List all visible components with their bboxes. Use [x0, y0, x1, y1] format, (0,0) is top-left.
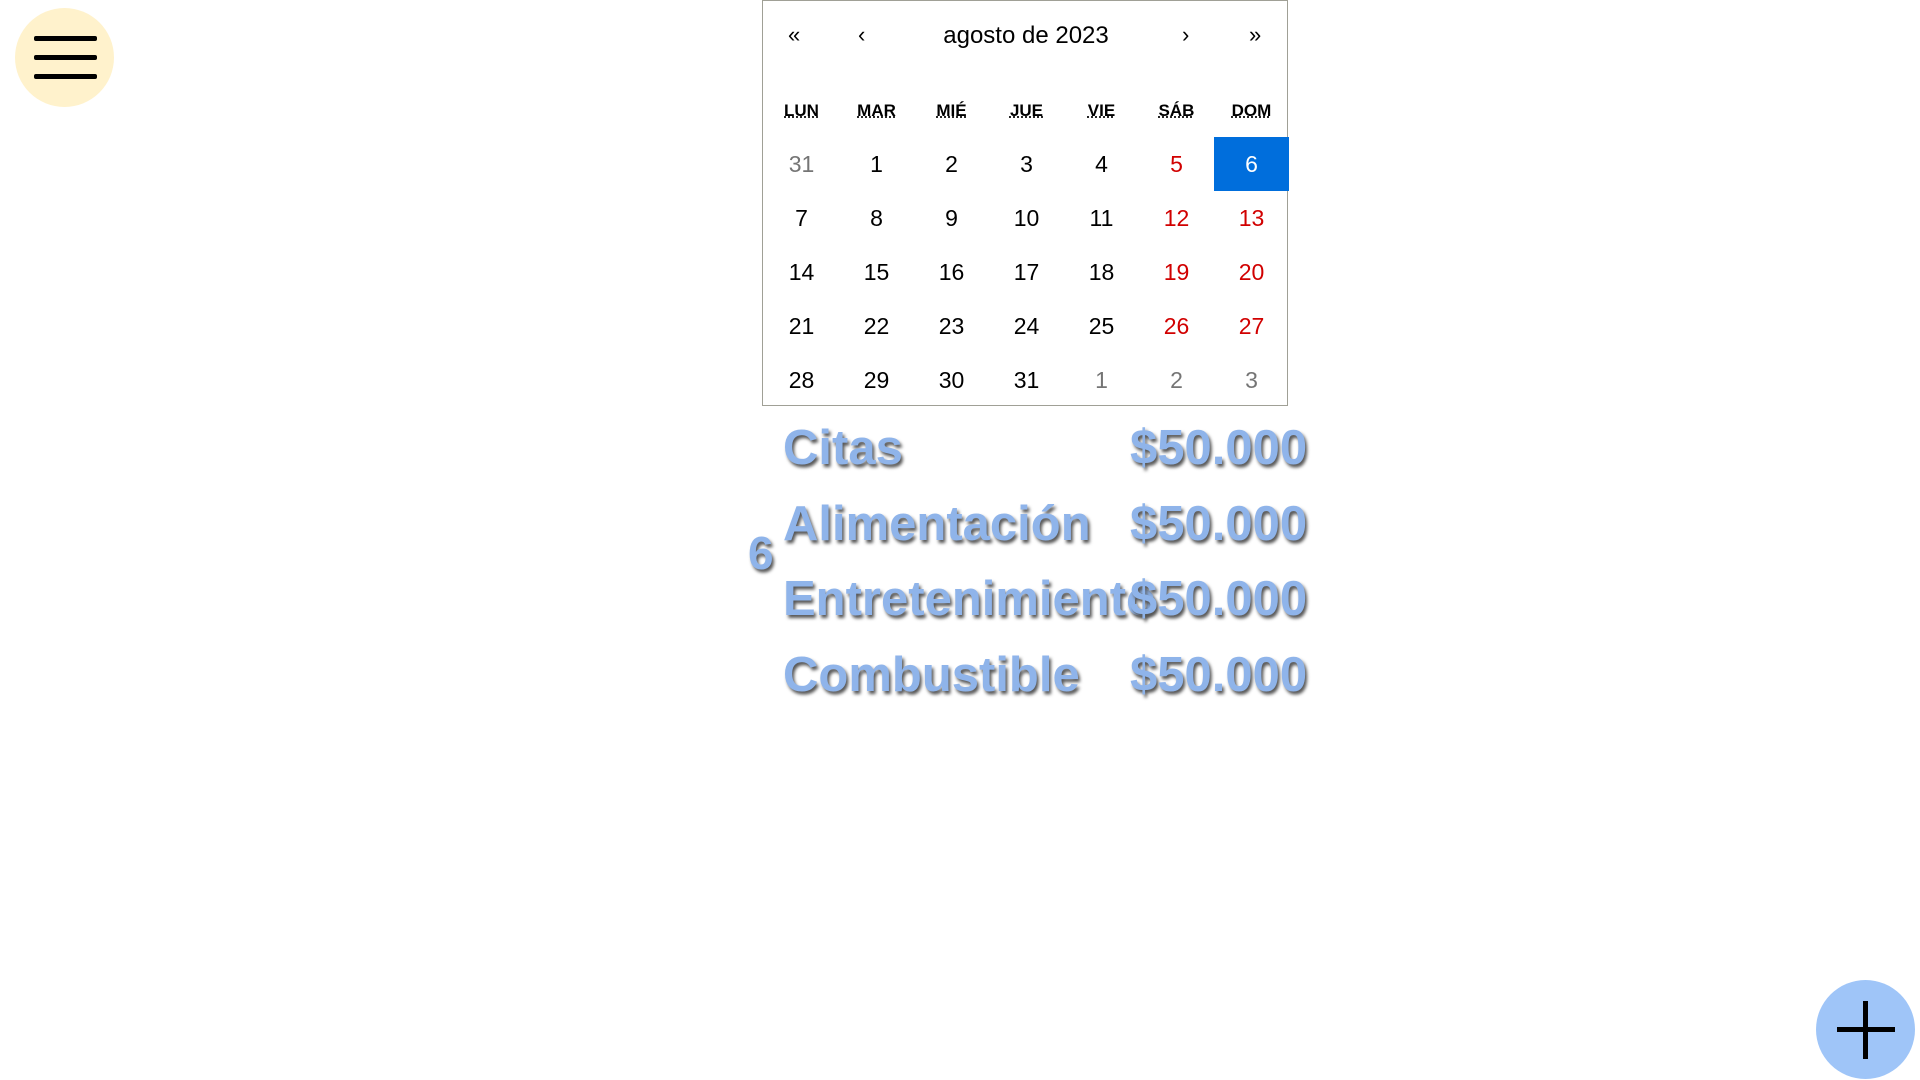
calendar-day[interactable]: 10 [989, 191, 1064, 245]
calendar-day[interactable]: 26 [1139, 299, 1214, 353]
expense-category: Citas [783, 421, 903, 475]
month-label[interactable]: agosto de 2023 [863, 22, 1189, 50]
calendar-day[interactable]: 27 [1214, 299, 1289, 353]
calendar-day[interactable]: 11 [1064, 191, 1139, 245]
expense-amount: $50.000 [1130, 648, 1308, 702]
calendar-day[interactable]: 29 [839, 353, 914, 407]
weekday-label: MAR [857, 101, 896, 120]
calendar-day[interactable]: 19 [1139, 245, 1214, 299]
calendar-day[interactable]: 2 [914, 137, 989, 191]
calendar-day[interactable]: 7 [764, 191, 839, 245]
calendar-day[interactable]: 5 [1139, 137, 1214, 191]
next-year-button[interactable]: » [1249, 21, 1261, 49]
calendar-day[interactable]: 23 [914, 299, 989, 353]
calendar-day[interactable]: 2 [1139, 353, 1214, 407]
weekday-label: DOM [1231, 101, 1272, 120]
expense-row: Combustible $50.000 [748, 647, 1348, 707]
calendar-day[interactable]: 31 [764, 137, 839, 191]
calendar-day[interactable]: 16 [914, 245, 989, 299]
calendar-day[interactable]: 8 [839, 191, 914, 245]
menu-bar [34, 74, 97, 79]
calendar-day[interactable]: 22 [839, 299, 914, 353]
weekday-label: VIE [1087, 101, 1116, 120]
next-month-button[interactable]: › [1182, 21, 1189, 49]
calendar-day[interactable]: 31 [989, 353, 1064, 407]
calendar-day[interactable]: 1 [1064, 353, 1139, 407]
calendar-day[interactable]: 12 [1139, 191, 1214, 245]
plus-vertical [1863, 1001, 1868, 1059]
menu-bar [34, 55, 97, 60]
calendar-day[interactable]: 15 [839, 245, 914, 299]
expense-row: Alimentación $50.000 [748, 496, 1348, 556]
weekday-header: LUN MAR MIÉ JUE VIE SÁB DOM [764, 101, 1289, 121]
calendar-day[interactable]: 17 [989, 245, 1064, 299]
weekday-label: MIÉ [936, 101, 967, 120]
calendar-day[interactable]: 1 [839, 137, 914, 191]
calendar-day[interactable]: 28 [764, 353, 839, 407]
expense-category: Combustible [783, 648, 1080, 702]
calendar-day[interactable]: 14 [764, 245, 839, 299]
expense-amount: $50.000 [1130, 421, 1308, 475]
calendar-day[interactable]: 3 [989, 137, 1064, 191]
weekday-label: LUN [784, 101, 819, 120]
calendar-day[interactable]: 30 [914, 353, 989, 407]
expense-row: Citas $50.000 [748, 420, 1348, 480]
calendar-day-selected[interactable]: 6 [1214, 137, 1289, 191]
calendar-day[interactable]: 13 [1214, 191, 1289, 245]
calendar-day[interactable]: 18 [1064, 245, 1139, 299]
calendar: « ‹ agosto de 2023 › » LUN MAR MIÉ JUE V… [762, 0, 1289, 407]
calendar-navigation: « ‹ agosto de 2023 › » [763, 1, 1287, 69]
calendar-days: 31 1 2 3 4 5 6 7 8 9 10 11 12 13 14 15 1… [764, 137, 1289, 407]
calendar-day[interactable]: 3 [1214, 353, 1289, 407]
add-expense-button[interactable] [1816, 980, 1915, 1079]
calendar-day[interactable]: 20 [1214, 245, 1289, 299]
expense-category: Entretenimiento [783, 572, 1156, 626]
calendar-day[interactable]: 9 [914, 191, 989, 245]
calendar-day[interactable]: 4 [1064, 137, 1139, 191]
expense-amount: $50.000 [1130, 497, 1308, 551]
prev-year-button[interactable]: « [788, 21, 800, 49]
weekday-label: SÁB [1158, 101, 1195, 120]
expense-amount: $50.000 [1130, 572, 1308, 626]
expense-row: Entretenimiento $50.000 [748, 571, 1348, 631]
calendar-day[interactable]: 25 [1064, 299, 1139, 353]
weekday-label: JUE [1009, 101, 1044, 120]
expense-list: 6 Citas $50.000 Alimentación $50.000 Ent… [748, 420, 1348, 720]
calendar-day[interactable]: 21 [764, 299, 839, 353]
menu-button[interactable] [15, 8, 114, 107]
expense-category: Alimentación [783, 497, 1091, 551]
menu-bar [34, 36, 97, 41]
calendar-day[interactable]: 24 [989, 299, 1064, 353]
